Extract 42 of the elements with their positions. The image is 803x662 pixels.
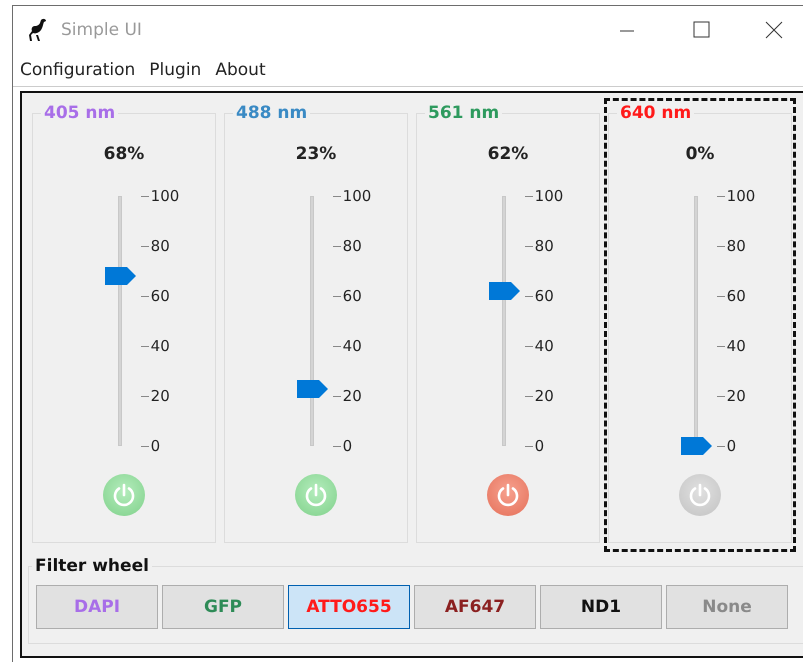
filter-button[interactable]: ND1 — [540, 585, 662, 629]
window-title: Simple UI — [61, 20, 142, 40]
tick-label: 20 — [534, 387, 554, 405]
menu-item[interactable]: Plugin — [149, 60, 202, 80]
power-percentage: 68% — [104, 144, 144, 164]
tick-label: 0 — [342, 437, 352, 455]
tick-label: 60 — [726, 287, 746, 305]
tick-label: 20 — [342, 387, 362, 405]
power-percentage: 23% — [296, 144, 336, 164]
tick-label: 80 — [534, 237, 554, 255]
tick-label: 100 — [726, 187, 756, 205]
filter-button[interactable]: AF647 — [414, 585, 536, 629]
tick-label: 0 — [150, 437, 160, 455]
menu-item[interactable]: About — [215, 60, 266, 80]
tick-label: 60 — [342, 287, 362, 305]
tick-label: 60 — [534, 287, 554, 305]
slider-handle[interactable] — [104, 267, 137, 285]
tick-label: 80 — [342, 237, 362, 255]
tick-label: 40 — [342, 337, 362, 355]
power-icon — [495, 482, 521, 508]
slider-handle[interactable] — [296, 380, 329, 398]
tick-label: 100 — [342, 187, 372, 205]
power-percentage: 0% — [686, 144, 714, 164]
power-percentage: 62% — [488, 144, 528, 164]
menu-item[interactable]: Configuration — [20, 60, 136, 80]
tick-label: 20 — [726, 387, 746, 405]
tick-label: 100 — [150, 187, 180, 205]
tick-label: 100 — [534, 187, 564, 205]
tick-label: 60 — [150, 287, 170, 305]
tick-label: 40 — [150, 337, 170, 355]
tick-label: 40 — [534, 337, 554, 355]
tick-label: 40 — [726, 337, 746, 355]
slider-handle[interactable] — [488, 282, 521, 300]
power-icon — [303, 482, 329, 508]
tick-label: 0 — [726, 437, 736, 455]
power-button[interactable] — [487, 474, 529, 516]
tick-label: 20 — [150, 387, 170, 405]
tick-label: 80 — [150, 237, 170, 255]
tick-label: 80 — [726, 237, 746, 255]
power-icon — [111, 482, 137, 508]
power-icon — [687, 482, 713, 508]
tick-label: 0 — [534, 437, 544, 455]
